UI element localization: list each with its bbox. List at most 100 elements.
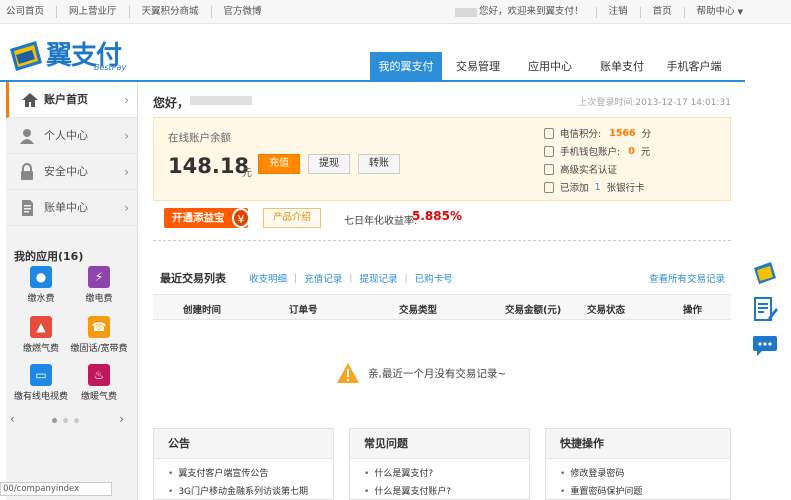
home-link[interactable]: 首页 [653, 6, 672, 18]
lock-icon [21, 163, 33, 180]
tab-bill-payment[interactable]: 账单支付 [586, 52, 658, 81]
app-heating-bill[interactable]: ♨ 缴暖气费 [70, 364, 128, 402]
wallet-value: 0 [628, 145, 635, 157]
document-icon [22, 200, 33, 216]
top-link-company-home[interactable]: 公司首页 [6, 6, 58, 18]
logout-link[interactable]: 注销 [609, 6, 628, 18]
bank-card-count[interactable]: 1 [595, 182, 601, 193]
points-icon [544, 127, 554, 139]
app-gas-bill[interactable]: ▲ 缴燃气费 [12, 316, 70, 354]
chevron-right-icon: › [124, 201, 129, 215]
panel-title: 常见问题 [350, 429, 529, 459]
top-link-points-mall[interactable]: 天翼积分商城 [130, 6, 212, 18]
app-electric-bill[interactable]: ⚡ 缴电费 [70, 266, 128, 304]
faq-item[interactable]: 什么是翼支付? [364, 465, 529, 483]
carousel-dots [52, 418, 79, 423]
account-info: 电信积分: 1566 分 手机钱包账户: 0 元 高级实名认证 已添加 1 张银… [544, 124, 651, 196]
link-purchased-cards[interactable]: 已购卡号 [415, 271, 453, 285]
sidebar-item-security-center[interactable]: 安全中心 › [6, 154, 137, 190]
floating-wallet-button[interactable] [747, 254, 783, 290]
sidebar-item-label: 账户首页 [44, 93, 88, 106]
link-recharge-records[interactable]: 充值记录 [304, 271, 342, 285]
top-links: 公司首页 网上营业厅 天翼积分商城 官方微博 [6, 6, 274, 18]
points-value: 1566 [609, 127, 636, 139]
tab-app-center[interactable]: 应用中心 [514, 52, 586, 81]
phone-icon: ☎ [88, 316, 110, 338]
warning-icon [337, 363, 359, 383]
tab-my-bestpay[interactable]: 我的翼支付 [370, 52, 442, 81]
sidebar-item-label: 账单中心 [44, 201, 88, 214]
link-withdraw-records[interactable]: 提现记录 [359, 271, 397, 285]
app-phone-broadband-bill[interactable]: ☎ 缴固话/宽带费 [70, 316, 128, 354]
column-transaction-type: 交易类型 [399, 305, 438, 316]
bestpay-logo[interactable]: 翼支付 BestPay [6, 33, 136, 77]
person-icon [20, 129, 34, 144]
id-card-icon [544, 163, 554, 175]
wallet-icon [754, 262, 776, 284]
home-icon [22, 93, 38, 107]
water-drop-icon: ● [30, 266, 52, 288]
app-water-bill[interactable]: ● 缴水费 [12, 266, 70, 304]
help-center-link[interactable]: 帮助中心 ▼ [697, 6, 743, 18]
apps-carousel: ‹ › [8, 412, 126, 426]
column-created-time: 创建时间 [183, 305, 222, 316]
greeting: 您好， [153, 96, 190, 110]
top-link-official-weibo[interactable]: 官方微博 [212, 6, 274, 18]
realname-row: 高级实名认证 [544, 160, 651, 178]
bank-card-icon [544, 181, 554, 193]
floating-chat-button[interactable] [747, 328, 783, 364]
realname-verification[interactable]: 高级实名认证 [560, 162, 617, 176]
panel-title: 公告 [154, 429, 333, 459]
bank-card-row: 已添加 1 张银行卡 [544, 178, 651, 196]
transfer-button[interactable]: 转账 [358, 154, 400, 174]
username-redacted [190, 96, 252, 105]
wallet-row: 手机钱包账户: 0 元 [544, 142, 651, 160]
top-link-online-hall[interactable]: 网上营业厅 [57, 6, 130, 18]
chevron-down-icon: ▼ [737, 8, 743, 16]
divider [153, 240, 731, 241]
tab-mobile-client[interactable]: 手机客户端 [658, 52, 730, 81]
sidebar-item-account-home[interactable]: 账户首页 › [6, 82, 137, 118]
mobile-icon [544, 145, 554, 157]
recharge-button[interactable]: 充值 [258, 154, 300, 174]
transaction-links: 收支明细 | 充值记录 | 提现记录 | 已购卡号 [249, 271, 453, 286]
announcement-item[interactable]: 3G门户移动金融系列访谈第七期 [168, 483, 333, 500]
withdraw-button[interactable]: 提现 [308, 154, 350, 174]
chat-bubble-icon [753, 336, 777, 356]
product-intro-button[interactable]: 产品介绍 [263, 208, 321, 228]
view-all-transactions-link[interactable]: 查看所有交易记录 [649, 271, 725, 285]
sidebar-item-label: 个人中心 [44, 129, 88, 142]
announcement-item[interactable]: 翼支付客户端宣传公告 [168, 465, 333, 483]
sidebar-item-label: 安全中心 [44, 165, 88, 178]
sidebar-item-personal-center[interactable]: 个人中心 › [6, 118, 137, 154]
chevron-left-icon[interactable]: ‹ [10, 412, 15, 426]
balance-panel: 在线账户余额 148.18 元 充值 提现 转账 电信积分: 1566 分 手机… [153, 117, 731, 201]
quick-action-item[interactable]: 重置密码保护问题 [560, 483, 730, 500]
empty-transactions: 亲,最近一个月没有交易记录~ [336, 362, 506, 384]
app-cable-tv-bill[interactable]: ▭ 缴有线电视费 [12, 364, 70, 402]
faq-item[interactable]: 什么是翼支付账户? [364, 483, 529, 500]
heater-icon: ♨ [88, 364, 110, 386]
logo-subtext: BestPay [94, 63, 127, 72]
yield-label: 七日年化收益率: [344, 216, 418, 227]
chevron-right-icon: › [124, 129, 129, 143]
balance-label: 在线账户余额 [168, 132, 231, 144]
floating-feedback-button[interactable] [747, 292, 783, 328]
chevron-right-icon: › [124, 93, 129, 107]
announcements-panel: 公告 翼支付客户端宣传公告 3G门户移动金融系列访谈第七期 [153, 428, 334, 500]
quick-action-item[interactable]: 修改登录密码 [560, 465, 730, 483]
recent-transactions-title: 最近交易列表 [160, 272, 226, 285]
chevron-right-icon[interactable]: › [119, 412, 124, 426]
transaction-table-header: 创建时间 订单号 交易类型 交易金额(元) 交易状态 操作 [153, 294, 731, 320]
header: 翼支付 BestPay 我的翼支付 交易管理 应用中心 账单支付 手机客户端 [0, 25, 791, 81]
balance-amount: 148.18 [168, 154, 250, 178]
link-income-expense[interactable]: 收支明细 [249, 271, 287, 285]
sidebar-item-bill-center[interactable]: 账单中心 › [6, 190, 137, 226]
status-bar-url: 00/companyindex [0, 482, 112, 496]
last-login-time: 上次登录时间:2013-12-17 14:01:31 [578, 98, 731, 108]
username-redacted [455, 7, 478, 17]
chevron-right-icon: › [124, 165, 129, 179]
my-apps-title: 我的应用(16) [14, 250, 84, 263]
wallet-logo-icon [10, 41, 42, 71]
tab-transactions[interactable]: 交易管理 [442, 52, 514, 81]
